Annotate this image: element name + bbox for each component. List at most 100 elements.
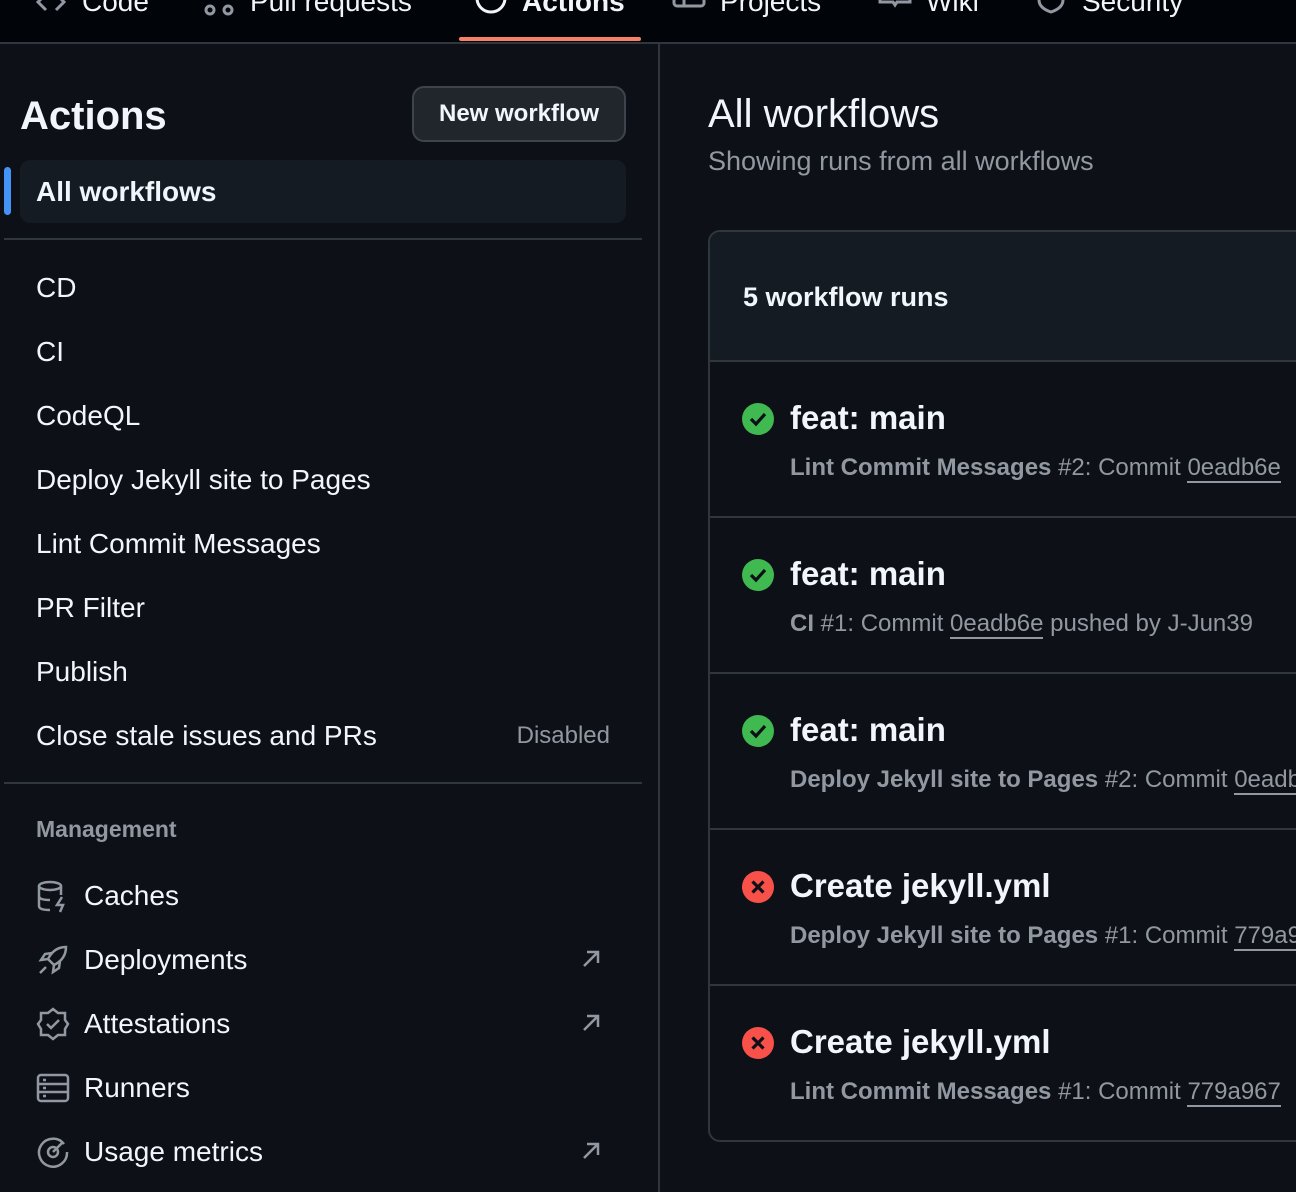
- run-meta-tail: pushed by J-Jun39: [1043, 610, 1253, 637]
- run-title: Create jekyll.yml: [790, 867, 1051, 904]
- tab-wiki[interactable]: Wiki: [878, 0, 979, 17]
- management-label: Attestations: [84, 1008, 231, 1039]
- tab-label: Code: [82, 0, 149, 17]
- success-check-icon: [742, 559, 774, 591]
- workflow-label: PR Filter: [36, 592, 145, 623]
- run-title: feat: main: [790, 399, 946, 436]
- workflow-run-row[interactable]: Create jekyll.yml Lint Commit Messages #…: [710, 986, 1296, 1140]
- workflow-item[interactable]: Close stale issues and PRs Disabled: [36, 716, 610, 756]
- code-icon: [35, 0, 67, 12]
- commit-sha-link[interactable]: 779a967: [1187, 1078, 1281, 1107]
- workflow-label: Lint Commit Messages: [36, 528, 321, 559]
- run-number: #2: Commit: [1104, 766, 1235, 793]
- run-meta: Lint Commit Messages #2: Commit 0eadb6e: [790, 454, 1281, 483]
- runs-count: 5 workflow runs: [743, 282, 949, 312]
- run-meta: CI #1: Commit 0eadb6e pushed by J-Jun39: [790, 610, 1253, 639]
- page-subtitle: Showing runs from all workflows: [708, 146, 1094, 176]
- success-check-icon: [742, 403, 774, 435]
- workflow-run-row[interactable]: feat: main Lint Commit Messages #2: Comm…: [710, 362, 1296, 518]
- run-number: #1: Commit: [1058, 1078, 1188, 1105]
- workflow-label: Close stale issues and PRs: [36, 720, 377, 751]
- divider: [4, 238, 642, 240]
- run-workflow-name: CI: [790, 610, 814, 637]
- workflow-item[interactable]: CD: [36, 268, 610, 308]
- external-link-icon: [583, 950, 600, 967]
- workflow-label: CodeQL: [36, 400, 141, 431]
- run-workflow-name: Lint Commit Messages: [790, 454, 1052, 481]
- rocket-icon: [36, 943, 70, 977]
- management-item-deployments[interactable]: Deployments: [36, 940, 610, 980]
- workflow-item[interactable]: Publish: [36, 652, 610, 692]
- new-workflow-button[interactable]: New workflow: [412, 86, 626, 142]
- workflow-label: CD: [36, 272, 77, 303]
- failure-x-icon: [742, 1027, 774, 1059]
- play-icon: [475, 0, 507, 14]
- management-heading: Management: [36, 816, 177, 842]
- shield-icon: [1037, 0, 1065, 14]
- book-icon: [878, 0, 912, 8]
- run-workflow-name: Deploy Jekyll site to Pages: [790, 766, 1099, 793]
- table-icon: [672, 0, 706, 8]
- workflow-run-row[interactable]: feat: main Deploy Jekyll site to Pages #…: [710, 674, 1296, 830]
- workflow-label: Deploy Jekyll site to Pages: [36, 464, 371, 495]
- success-check-icon: [742, 715, 774, 747]
- workflow-label: CI: [36, 336, 64, 367]
- tab-insights[interactable]: [1240, 0, 1274, 16]
- database-icon: [36, 879, 70, 913]
- graph-icon: [1240, 0, 1274, 16]
- management-item-usage-metrics[interactable]: Usage metrics: [36, 1132, 610, 1172]
- run-title: feat: main: [790, 711, 946, 748]
- run-meta: Deploy Jekyll site to Pages #2: Commit 0…: [790, 766, 1296, 795]
- workflow-item[interactable]: CodeQL: [36, 396, 610, 436]
- workflow-item[interactable]: Deploy Jekyll site to Pages: [36, 460, 610, 500]
- external-link-icon: [583, 1014, 600, 1031]
- disabled-badge: Disabled: [516, 722, 610, 749]
- workflow-item[interactable]: CI: [36, 332, 610, 372]
- tab-label: Actions: [522, 0, 625, 17]
- selected-marker: [4, 167, 11, 215]
- workflow-item[interactable]: PR Filter: [36, 588, 610, 628]
- commit-sha-link[interactable]: 0eadb6e: [1187, 454, 1281, 483]
- tab-security[interactable]: Security: [1034, 0, 1184, 17]
- repo-nav: Code Pull requests Actions Projects Wiki…: [0, 0, 1296, 44]
- verified-icon: [36, 1007, 70, 1041]
- workflow-run-row[interactable]: Create jekyll.yml Deploy Jekyll site to …: [710, 830, 1296, 986]
- run-number: #2: Commit: [1058, 454, 1188, 481]
- tab-label: Security: [1082, 0, 1184, 17]
- commit-sha-link[interactable]: 0eadb6e: [950, 610, 1044, 639]
- tab-actions[interactable]: Actions: [474, 0, 625, 17]
- tab-code[interactable]: Code: [34, 0, 149, 17]
- management-item-caches[interactable]: Caches: [36, 876, 610, 916]
- server-icon: [36, 1071, 70, 1105]
- tab-label: Wiki: [926, 0, 979, 17]
- workflow-item[interactable]: Lint Commit Messages: [36, 524, 610, 564]
- sidebar-item-all-workflows[interactable]: All workflows: [20, 160, 626, 223]
- run-title: Create jekyll.yml: [790, 1023, 1051, 1060]
- management-label: Usage metrics: [84, 1136, 263, 1167]
- management-item-runners[interactable]: Runners: [36, 1068, 610, 1108]
- divider: [4, 782, 642, 784]
- active-tab-underline: [459, 37, 641, 41]
- commit-sha-link[interactable]: 779a967: [1234, 922, 1296, 951]
- run-meta: Deploy Jekyll site to Pages #1: Commit 7…: [790, 922, 1296, 951]
- management-item-attestations[interactable]: Attestations: [36, 1004, 610, 1044]
- commit-sha-link[interactable]: 0eadb6e: [1234, 766, 1296, 795]
- git-pull-request-icon: [204, 4, 234, 16]
- tab-pull-requests[interactable]: Pull requests: [202, 0, 412, 17]
- tab-label: Pull requests: [250, 0, 412, 17]
- tab-projects[interactable]: Projects: [672, 0, 822, 17]
- run-workflow-name: Lint Commit Messages: [790, 1078, 1052, 1105]
- workflow-label: Publish: [36, 656, 128, 687]
- external-link-icon: [583, 1142, 600, 1159]
- run-workflow-name: Deploy Jekyll site to Pages: [790, 922, 1099, 949]
- management-label: Runners: [84, 1072, 190, 1103]
- run-number: #1: Commit: [1104, 922, 1235, 949]
- run-number: #1: Commit: [820, 610, 951, 637]
- run-meta: Lint Commit Messages #1: Commit 779a967: [790, 1078, 1281, 1107]
- workflow-run-row[interactable]: feat: main CI #1: Commit 0eadb6e pushed …: [710, 518, 1296, 674]
- actions-sidebar: Actions New workflow All workflows CD CI…: [0, 44, 658, 1192]
- workflow-runs-panel: All workflows Showing runs from all work…: [660, 44, 1296, 1192]
- runs-list: 5 workflow runs feat: main Lint Commit M…: [708, 230, 1296, 1142]
- tab-label: Projects: [720, 0, 822, 17]
- run-title: feat: main: [790, 555, 946, 592]
